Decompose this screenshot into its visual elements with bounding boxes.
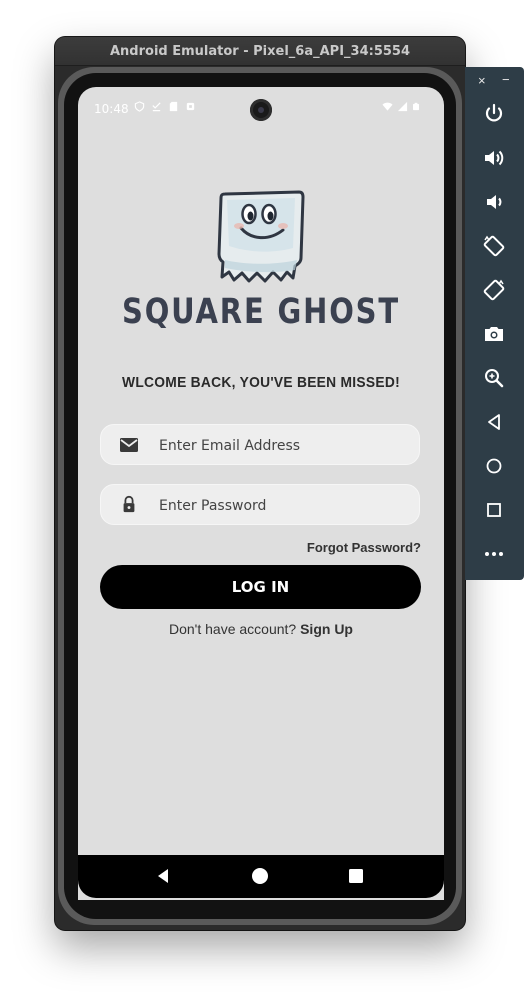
back-icon[interactable] <box>482 410 506 434</box>
rotate-left-icon[interactable] <box>482 234 506 258</box>
close-icon[interactable]: × <box>478 73 486 88</box>
status-bar: 10:48 <box>78 87 444 131</box>
signup-link[interactable]: Sign Up <box>300 621 353 637</box>
signal-icon <box>397 101 408 112</box>
emulator-side-toolbar: × − <box>465 67 524 580</box>
signup-row: Don't have account? Sign Up <box>78 621 444 637</box>
zoom-icon[interactable] <box>482 366 506 390</box>
back-icon[interactable] <box>153 866 173 886</box>
forgot-password-link[interactable]: Forgot Password? <box>307 540 421 555</box>
battery-icon <box>413 102 419 111</box>
email-icon <box>120 438 138 452</box>
password-input[interactable] <box>157 485 401 526</box>
volume-up-icon[interactable] <box>482 146 506 170</box>
camera-icon[interactable] <box>482 322 506 346</box>
device-frame: 10:48 SQUARE GHOST WLCOME BACK, YOU'VE B… <box>58 67 462 925</box>
signup-prompt: Don't have account? <box>169 621 297 637</box>
device-bezel: 10:48 SQUARE GHOST WLCOME BACK, YOU'VE B… <box>64 73 456 919</box>
home-icon[interactable] <box>482 454 506 478</box>
toolbar-window-controls: × − <box>465 72 524 88</box>
password-field-container[interactable] <box>100 484 420 526</box>
status-system-icons <box>382 101 420 112</box>
more-icon[interactable] <box>482 542 506 566</box>
rotate-right-icon[interactable] <box>482 278 506 302</box>
brand-title: SQUARE GHOST <box>122 292 400 332</box>
volume-down-icon[interactable] <box>482 190 506 214</box>
app-notification-icon <box>186 102 195 111</box>
phone-screen: 10:48 SQUARE GHOST WLCOME BACK, YOU'VE B… <box>78 87 444 900</box>
navigation-bar <box>78 855 444 898</box>
front-camera <box>250 99 272 121</box>
power-icon[interactable] <box>482 102 506 126</box>
shield-icon <box>134 101 145 112</box>
home-icon[interactable] <box>250 866 270 886</box>
minimize-icon[interactable]: − <box>502 72 510 87</box>
square-ghost-logo-icon <box>217 190 305 283</box>
window-title: Android Emulator - Pixel_6a_API_34:5554 <box>55 37 465 66</box>
overview-icon[interactable] <box>482 498 506 522</box>
welcome-heading: WLCOME BACK, YOU'VE BEEN MISSED! <box>122 374 400 391</box>
wifi-icon <box>382 102 393 111</box>
lock-icon <box>123 495 135 513</box>
emulator-window: Android Emulator - Pixel_6a_API_34:5554 … <box>55 37 465 930</box>
recents-icon[interactable] <box>346 866 366 886</box>
sd-card-icon <box>169 101 178 112</box>
email-field-container[interactable] <box>100 424 420 466</box>
status-time: 10:48 <box>94 102 129 116</box>
login-button[interactable]: LOG IN <box>100 565 421 609</box>
download-done-icon <box>152 102 161 112</box>
email-input[interactable] <box>157 425 401 466</box>
status-notification-icons <box>134 101 196 112</box>
